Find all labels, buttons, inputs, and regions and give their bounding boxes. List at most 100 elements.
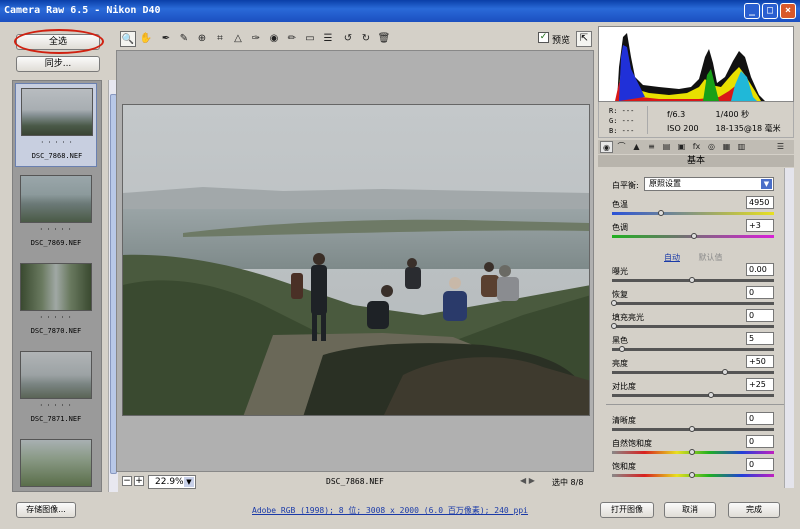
spot-removal-icon[interactable]: ✑ (248, 31, 264, 47)
target-adjust-icon[interactable]: ⊕ (194, 31, 210, 47)
panel-menu-icon[interactable]: ☰ (774, 141, 787, 153)
default-link[interactable]: 默认值 (699, 253, 723, 262)
exposure-field[interactable]: 0.00 (746, 263, 774, 276)
slider-knob[interactable] (611, 300, 617, 306)
zoom-value: 22.9% (155, 477, 184, 487)
rotate-left-icon[interactable]: ↺ (340, 31, 356, 47)
slider-knob[interactable] (689, 449, 695, 455)
preview-checkbox[interactable]: ✓ (538, 32, 549, 43)
rating-stars[interactable]: · · · · · (16, 138, 98, 147)
color-sampler-icon[interactable]: ✎ (176, 31, 192, 47)
blacks-slider[interactable] (612, 346, 774, 352)
image-nav-arrows[interactable]: ◀ ▶ (520, 476, 535, 485)
vibrance-field[interactable]: 0 (746, 435, 774, 448)
sync-button[interactable]: 同步... (16, 56, 100, 72)
done-button[interactable]: 完成 (728, 502, 780, 518)
film-item-1[interactable]: · · · · · DSC_7868.NEF (15, 83, 97, 167)
adjustment-brush-icon[interactable]: ✏ (284, 31, 300, 47)
preferences-icon[interactable]: ☰ (320, 31, 336, 47)
split-toning-tab-icon[interactable]: ▤ (660, 141, 673, 153)
contrast-slider[interactable] (612, 392, 774, 398)
image-info: R: --- G: --- B: --- f/6.3 1/400 秒 ISO 2… (598, 102, 794, 138)
clarity-slider[interactable] (612, 426, 774, 432)
fill-light-field[interactable]: 0 (746, 309, 774, 322)
eyedropper-icon[interactable]: ✒ (158, 31, 174, 47)
close-button[interactable]: × (780, 3, 796, 19)
detail-tab-icon[interactable]: ▲ (630, 141, 643, 153)
tint-slider[interactable] (612, 233, 774, 239)
rating-stars[interactable]: · · · · · (15, 401, 97, 410)
g-value: G: --- (609, 117, 635, 125)
straighten-icon[interactable]: △ (230, 31, 246, 47)
recovery-field[interactable]: 0 (746, 286, 774, 299)
recovery-label: 恢复 (612, 290, 628, 299)
fill-light-label: 填充亮光 (612, 313, 644, 322)
effects-tab-icon[interactable]: fx (690, 141, 703, 153)
basic-panel: 白平衡: 原照设置 ▼ 色温 4950 色调 +3 自动 默认值 曝光 0.00… (598, 168, 794, 488)
rotate-right-icon[interactable]: ↻ (358, 31, 374, 47)
saturation-field[interactable]: 0 (746, 458, 774, 471)
film-item-5[interactable] (15, 435, 97, 491)
red-eye-icon[interactable]: ◉ (266, 31, 282, 47)
aperture: f/6.3 (667, 110, 686, 119)
zoom-in-button[interactable]: + (134, 476, 144, 486)
clarity-field[interactable]: 0 (746, 412, 774, 425)
slider-knob[interactable] (611, 323, 617, 329)
slider-knob[interactable] (618, 346, 625, 352)
vibrance-label: 自然饱和度 (612, 439, 652, 448)
graduated-filter-icon[interactable]: ▭ (302, 31, 318, 47)
lens-tab-icon[interactable]: ▣ (675, 141, 688, 153)
saturation-slider[interactable] (612, 472, 774, 478)
toolbar: 🔍 ✋ ✒ ✎ ⊕ ⌗ △ ✑ ◉ ✏ ▭ ☰ ↺ ↻ 🗑 ✓ 预览 ⇱ (118, 30, 592, 48)
brightness-field[interactable]: +50 (746, 355, 774, 368)
hand-icon[interactable]: ✋ (138, 31, 154, 47)
auto-link[interactable]: 自动 (664, 253, 680, 262)
cancel-button[interactable]: 取消 (664, 502, 716, 518)
temp-field[interactable]: 4950 (746, 196, 774, 209)
camera-calibration-tab-icon[interactable]: ◎ (705, 141, 718, 153)
slider-knob[interactable] (690, 233, 697, 239)
exposure-slider[interactable] (612, 277, 774, 283)
histogram (598, 26, 794, 102)
fullscreen-icon[interactable]: ⇱ (576, 31, 592, 47)
slider-knob[interactable] (657, 210, 664, 216)
film-item-2[interactable]: · · · · · DSC_7869.NEF (15, 171, 97, 255)
contrast-field[interactable]: +25 (746, 378, 774, 391)
slider-knob[interactable] (707, 392, 714, 398)
slider-knob[interactable] (689, 277, 695, 283)
zoom-select[interactable]: 22.9% ▼ (148, 475, 196, 489)
image-preview[interactable] (116, 50, 594, 472)
fill-light-slider[interactable] (611, 323, 774, 329)
slider-knob[interactable] (721, 369, 728, 375)
tone-curve-tab-icon[interactable]: ⌒ (615, 141, 628, 153)
workflow-options-link[interactable]: Adobe RGB (1998); 8 位; 3008 x 2000 (6.0 … (252, 505, 528, 516)
snapshots-tab-icon[interactable]: ▥ (735, 141, 748, 153)
film-name: DSC_7868.NEF (31, 152, 83, 160)
recovery-slider[interactable] (611, 300, 774, 306)
open-image-button[interactable]: 打开图像 (600, 502, 654, 518)
exif-info: f/6.3 1/400 秒 ISO 200 18-135@18 毫米 (667, 108, 781, 136)
zoom-icon[interactable]: 🔍 (120, 31, 136, 47)
hsl-tab-icon[interactable]: ≡ (645, 141, 658, 153)
save-image-button[interactable]: 存储图像... (16, 502, 76, 518)
basic-tab-icon[interactable]: ◉ (600, 141, 613, 153)
vibrance-slider[interactable] (612, 449, 774, 455)
brightness-slider[interactable] (612, 369, 774, 375)
trash-icon[interactable]: 🗑 (376, 31, 392, 47)
temp-slider[interactable] (612, 210, 774, 216)
slider-knob[interactable] (689, 472, 695, 478)
panel-scrollbar[interactable] (784, 168, 794, 488)
crop-icon[interactable]: ⌗ (212, 31, 228, 47)
white-balance-select[interactable]: 原照设置 ▼ (644, 177, 774, 191)
rating-stars[interactable]: · · · · · (15, 313, 97, 322)
rating-stars[interactable]: · · · · · (15, 225, 97, 234)
zoom-out-button[interactable]: − (122, 476, 132, 486)
blacks-field[interactable]: 5 (746, 332, 774, 345)
film-item-4[interactable]: · · · · · DSC_7871.NEF (15, 347, 97, 431)
presets-tab-icon[interactable]: ▦ (720, 141, 733, 153)
maximize-button[interactable]: □ (762, 3, 778, 19)
film-item-3[interactable]: · · · · · DSC_7870.NEF (15, 259, 97, 343)
slider-knob[interactable] (689, 426, 695, 432)
minimize-button[interactable]: _ (744, 3, 760, 19)
tint-field[interactable]: +3 (746, 219, 774, 232)
